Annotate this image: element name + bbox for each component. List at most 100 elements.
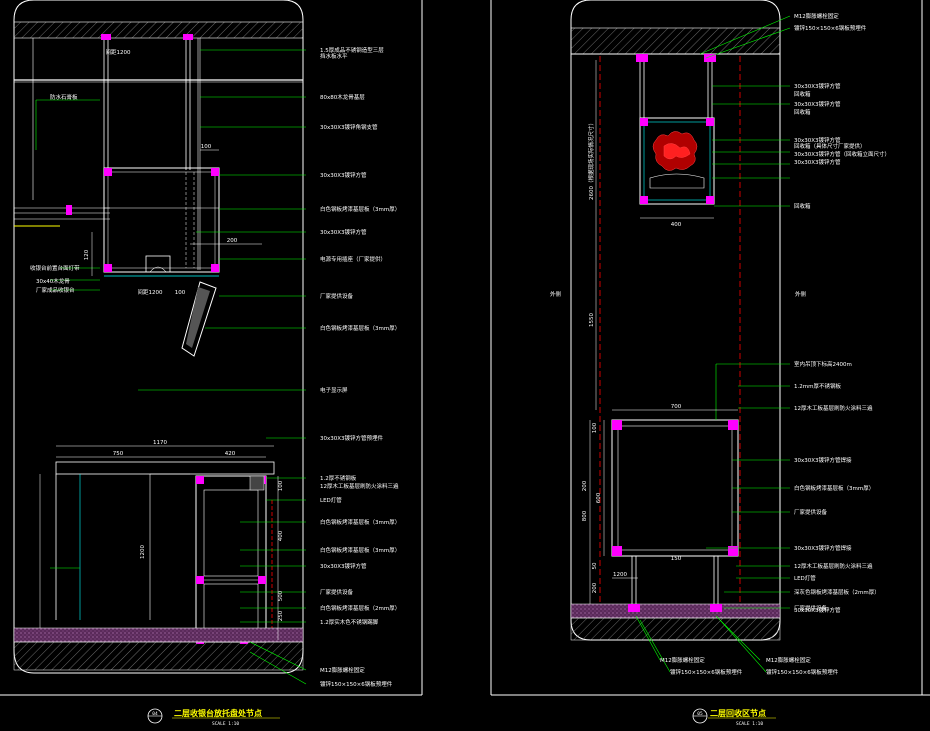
detail-a-dimension: 200 <box>227 238 238 244</box>
detail-b-vertical-note: 2600（根据现场实际情况尺寸） <box>587 120 595 200</box>
detail-a-label: 挡水板水平 <box>320 52 348 60</box>
detail-b-side-label: 外侧 <box>550 290 562 298</box>
cad-drawing-canvas: 04 二层收银台放托盘处节点 SCALE 1:10 05 二层回收区节点 SCA… <box>0 0 930 727</box>
detail-a-dimension: 间距1200 <box>106 48 131 56</box>
detail-b-label: 12厚木工板基层刷防火涂料三遍 <box>794 562 873 570</box>
detail-a-label: 1.2厚实木色不锈钢踢脚 <box>320 618 379 626</box>
counter-cabinet <box>195 475 267 643</box>
detail-b-label: 厂家提供设备 <box>794 508 828 516</box>
detail-a-label: 1.5厚成品不锈钢造型三层 <box>320 46 384 54</box>
detail-a-label: LED灯管 <box>320 496 342 504</box>
detail-a-label: 厂家提供设备 <box>320 292 354 300</box>
detail-a-label: 电源专用插座（厂家提供） <box>320 255 386 263</box>
floor-slab <box>13 641 304 671</box>
detail-b-label: 1.2mm厚不锈钢板 <box>794 382 841 390</box>
detail-a-dimension: 1200 <box>140 545 146 559</box>
detail-b-dimension: 50 <box>592 562 598 569</box>
detail-a-dimension: 100 <box>175 290 186 296</box>
detail-b-label: 30x30X3镀锌方管 <box>794 82 841 90</box>
detail-a-dimension: 1170 <box>153 440 167 446</box>
floor-slab-b <box>570 617 781 641</box>
floor-finish-b <box>570 603 781 619</box>
detail-b-label: 白色钢板烤漆基层板（3mm厚） <box>794 484 874 492</box>
detail-a-label: 白色钢板烤漆基层板（3mm厚） <box>320 546 400 554</box>
recycling-cabinet <box>611 419 739 557</box>
detail-a-badge: 04 <box>152 711 158 717</box>
detail-a-label: 白色钢板烤漆基层板（2mm厚） <box>320 604 400 612</box>
detail-b-dimension: 600 <box>596 492 602 503</box>
detail-a-scale: SCALE 1:10 <box>212 721 239 727</box>
detail-a-label: 80x80木龙骨基层 <box>320 93 365 101</box>
detail-a-side-label: 厂家成品收银台 <box>36 286 75 294</box>
detail-b-border <box>570 0 781 641</box>
detail-b-labels: M12膨胀螺栓固定镀锌150×150×6钢板预埋件30x30X3镀锌方管回收箱3… <box>550 12 890 676</box>
detail-b-dimension: 200 <box>592 582 598 593</box>
ceiling-slab <box>13 21 304 39</box>
detail-a-dimension: 500 <box>278 590 284 601</box>
detail-a-label: 镀锌150×150×6钢板预埋件 <box>320 680 393 688</box>
detail-b-label: 回收箱 <box>794 202 811 210</box>
detail-a-dimension: 750 <box>113 451 124 457</box>
detail-a-label: M12膨胀螺栓固定 <box>320 666 365 674</box>
detail-b-label: 回收箱 <box>794 108 811 116</box>
detail-b-scale: SCALE 1:10 <box>736 721 763 727</box>
detail-a-label: 白色钢板烤漆基层板（3mm厚） <box>320 518 400 526</box>
detail-b-label: 12厚木工板基层刷防火涂料三遍 <box>794 404 873 412</box>
detail-b-label: 回收箱 <box>794 90 811 98</box>
detail-b-dimension: 1550 <box>589 313 595 327</box>
detail-a <box>13 0 307 685</box>
detail-a-label: 白色钢板烤漆基层板（3mm厚） <box>320 324 400 332</box>
detail-b-label: 30x30X3镀锌方管 <box>794 606 841 614</box>
detail-b-dimension: 150 <box>671 556 682 562</box>
detail-a-dimension: 间距1200 <box>138 288 163 296</box>
detail-b-label: 30x30X3镀锌方管焊接 <box>794 456 852 464</box>
detail-a-side-label: 防水石膏板 <box>50 93 78 101</box>
detail-a-label: 1.2厚不锈钢板 <box>320 474 357 482</box>
detail-b-label: 深灰色钢板烤漆基层板（2mm厚） <box>794 588 880 596</box>
detail-b-dimension: 400 <box>671 222 682 228</box>
detail-b-bottom-label: 镀锌150×150×6钢板预埋件 <box>670 668 743 676</box>
detail-a-labels: 1.5厚成品不锈钢造型三层挡水板水平 80x80木龙骨基层 30x30X3镀锌角钢支… <box>30 46 400 688</box>
floor-finish <box>13 627 304 643</box>
detail-b-dimension: 100 <box>592 422 598 433</box>
title-block-b: 05 二层回收区节点 SCALE 1:10 <box>692 708 776 727</box>
detail-b-label: M12膨胀螺栓固定 <box>794 12 839 20</box>
detail-a-label: 电子显示屏 <box>320 386 348 394</box>
detail-b-bottom-label: M12膨胀螺栓固定 <box>766 656 811 664</box>
detail-a-side-label: 收银台前置台面灯带 <box>30 264 80 272</box>
detail-b-label: 镀锌150×150×6钢板预埋件 <box>794 24 867 32</box>
detail-b-dimension: 700 <box>671 404 682 410</box>
detail-b-dimension: 800 <box>582 510 588 521</box>
detail-b-label: 回收箱（具体尺寸厂家提供） <box>794 142 866 150</box>
detail-b-label: 30x30X3镀锌方管（回收箱立面尺寸） <box>794 150 890 158</box>
detail-b-bottom-label: 镀锌150×150×6钢板预埋件 <box>766 668 839 676</box>
detail-a-dimension: 400 <box>278 530 284 541</box>
detail-a-dimension: 100 <box>201 144 212 150</box>
title-block-a: 04 二层收银台放托盘处节点 SCALE 1:10 <box>147 708 280 727</box>
detail-a-label: 厂家提供设备 <box>320 588 354 596</box>
detail-a-dimension: 420 <box>225 451 236 457</box>
detail-a-label: 30x30X3镀锌方管预埋件 <box>320 434 384 442</box>
detail-b <box>570 0 791 673</box>
detail-b-dimension: 1200 <box>613 572 627 578</box>
detail-a-label: 12厚木工板基层刷防火涂料三遍 <box>320 482 399 490</box>
detail-b-label: 30x30X3镀锌方管 <box>794 100 841 108</box>
counter-top <box>55 461 275 475</box>
detail-b-label: LED灯管 <box>794 574 816 582</box>
ceiling-slab-b <box>570 27 781 55</box>
sheet-frame-left <box>0 0 423 696</box>
detail-b-label: 30x30X3镀锌方管 <box>794 158 841 166</box>
detail-b-title: 二层回收区节点 <box>710 708 766 718</box>
detail-a-dimension: 250 <box>278 610 284 621</box>
detail-b-badge: 05 <box>697 711 703 717</box>
detail-a-label: 白色钢板烤漆基层板（3mm厚） <box>320 205 400 213</box>
detail-a-label: 30x30X3镀锌方管 <box>320 171 367 179</box>
detail-b-label: 30x30X3镀锌方管 <box>794 136 841 144</box>
recycle-logo <box>652 131 698 171</box>
detail-b-side-label: 外侧 <box>795 290 807 298</box>
detail-a-dimension: 120 <box>84 249 90 260</box>
detail-a-dimension: 100 <box>278 480 284 491</box>
detail-b-dimension: 200 <box>582 480 588 491</box>
detail-b-label: 30x30X3镀锌方管焊接 <box>794 544 852 552</box>
detail-a-label: 30x30X3镀锌方管 <box>320 562 367 570</box>
